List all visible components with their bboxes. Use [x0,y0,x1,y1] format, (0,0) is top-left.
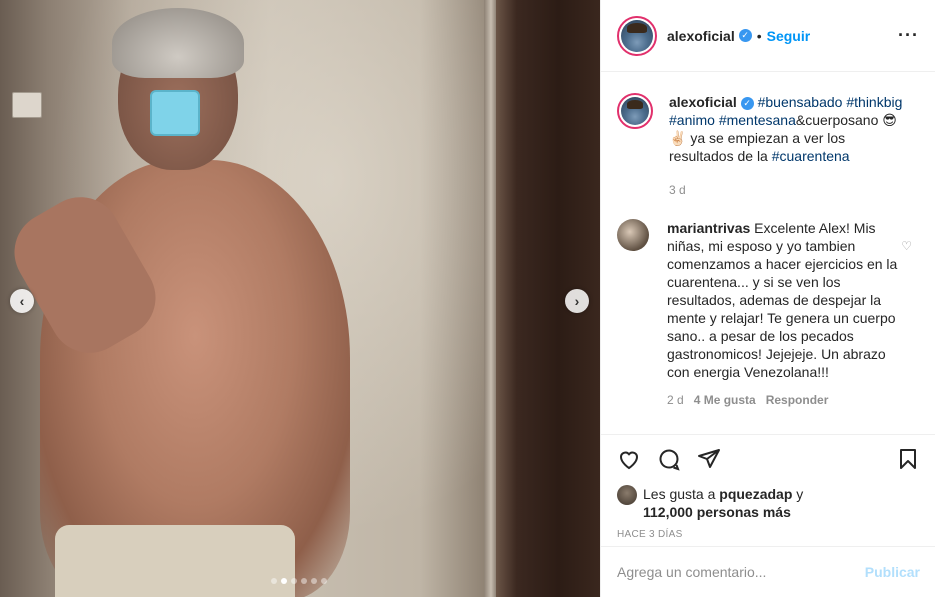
carousel-dot [321,578,327,584]
carousel-dots [271,578,327,584]
bookmark-icon[interactable] [896,447,920,471]
post-photo[interactable]: ‹ › [0,0,600,597]
heart-icon[interactable] [617,447,641,471]
comment-text: Excelente Alex! Mis niñas, mi esposo y y… [667,220,898,380]
comment-like-heart-icon[interactable]: ♡ [901,239,912,253]
carousel-dot [281,578,287,584]
likes-count[interactable]: 112,000 personas más [643,504,791,520]
author-username[interactable]: alexoficial [667,28,735,44]
likes-prefix: Les gusta a [643,486,720,502]
liker-username[interactable]: pquezadap [719,486,792,502]
phone-in-hand [150,90,200,136]
post-header: alexoficial ✓ • Seguir ··· [601,0,935,72]
carousel-next-button[interactable]: › [565,289,589,313]
caption-avatar[interactable] [617,93,653,129]
likes-summary: Les gusta a pquezadap y 112,000 personas… [617,485,920,521]
add-comment-bar: Publicar [601,546,935,597]
comments-section[interactable]: alexoficial ✓ #buensabado #thinkbig #anim… [601,73,935,434]
likes-connector: y [792,486,804,502]
post-side-panel: alexoficial ✓ • Seguir ··· alexoficial ✓ … [600,0,935,597]
hashtag-link[interactable]: #thinkbig [846,94,902,110]
person-shorts [55,525,295,597]
comment-age[interactable]: 2 d [667,391,684,409]
hashtag-link[interactable]: #cuarentena [772,148,850,164]
comment-input[interactable] [617,564,865,580]
publish-button[interactable]: Publicar [865,564,920,580]
carousel-dot [291,578,297,584]
more-options-icon[interactable]: ··· [898,25,919,46]
verified-badge-icon: ✓ [738,29,752,42]
separator-dot: • [756,27,762,44]
caption: alexoficial ✓ #buensabado #thinkbig #anim… [601,73,935,199]
comment-item: mariantrivas Excelente Alex! Mis niñas, … [601,199,935,409]
commenter-avatar[interactable] [617,219,649,251]
action-icons [617,445,920,473]
carousel-prev-button[interactable]: ‹ [10,289,34,313]
hashtag-link[interactable]: #animo [669,112,715,128]
caption-username[interactable]: alexoficial [669,94,737,110]
comment-icon[interactable] [657,447,681,471]
carousel-dot [311,578,317,584]
commenter-username[interactable]: mariantrivas [667,220,750,236]
post-timestamp[interactable]: HACE 3 DÍAS [617,529,920,540]
caption-age[interactable]: 3 d [669,181,686,199]
reply-button[interactable]: Responder [766,391,829,409]
author-avatar[interactable] [617,15,657,56]
hashtag-link[interactable]: #buensabado [758,94,843,110]
carousel-dot [271,578,277,584]
liker-avatar[interactable] [617,485,637,505]
chevron-right-icon: › [574,293,580,309]
post-actions: Les gusta a pquezadap y 112,000 personas… [601,434,935,540]
carousel-dot [301,578,307,584]
follow-button[interactable]: Seguir [767,28,811,44]
comment-likes[interactable]: 4 Me gusta [694,391,756,409]
share-icon[interactable] [697,447,721,471]
hashtag-link[interactable]: #mentesana [719,112,796,128]
verified-badge-icon: ✓ [740,96,754,110]
person-hair [112,8,244,78]
wall-switch [12,92,42,118]
chevron-left-icon: ‹ [19,293,25,309]
